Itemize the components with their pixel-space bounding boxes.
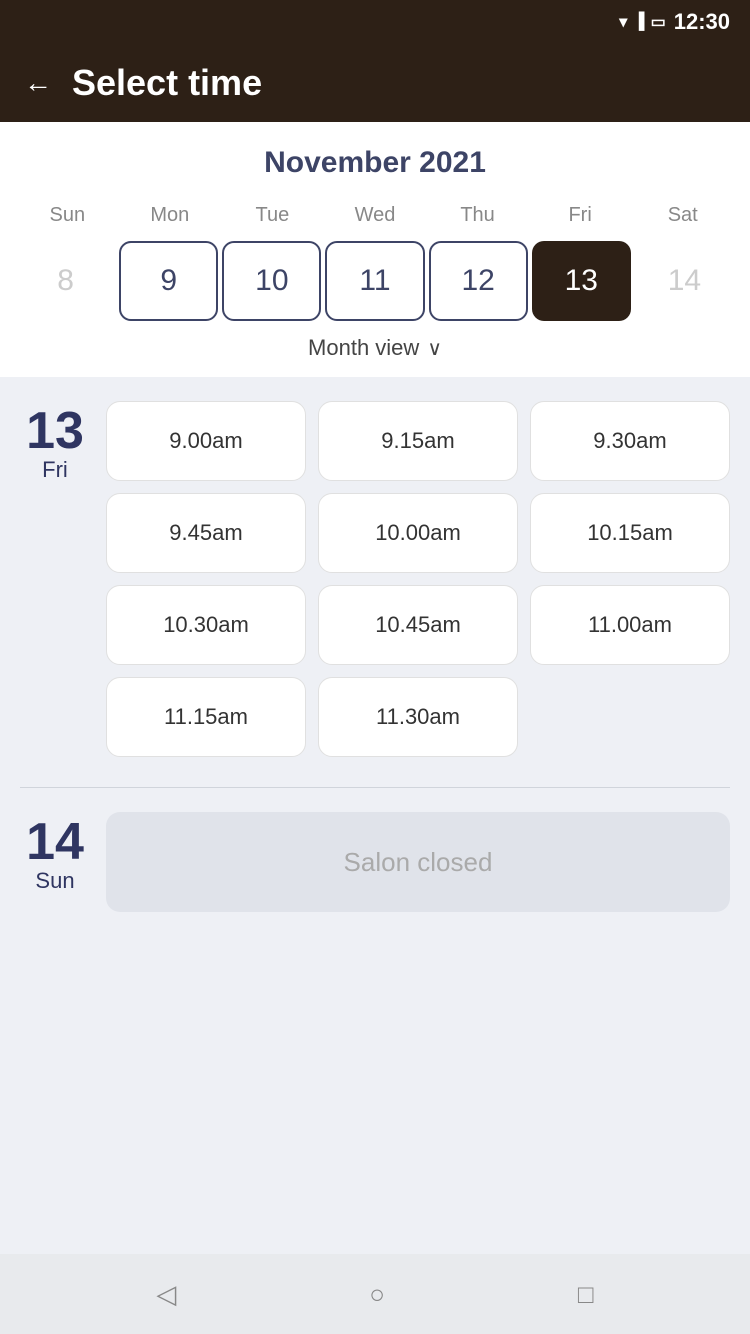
nav-recent-button[interactable]: □ — [578, 1279, 594, 1310]
slot-9-15am[interactable]: 9.15am — [318, 401, 518, 481]
day-label-14: 14 Sun — [20, 812, 90, 894]
chevron-down-icon: ∨ — [427, 336, 442, 361]
calendar-section: November 2021 Sun Mon Tue Wed Thu Fri Sa… — [0, 122, 750, 377]
weekday-mon: Mon — [119, 200, 222, 231]
weekday-wed: Wed — [324, 200, 427, 231]
day-divider — [20, 787, 730, 788]
slot-10-45am[interactable]: 10.45am — [318, 585, 518, 665]
nav-home-button[interactable]: ○ — [369, 1279, 385, 1310]
day-name-13: Fri — [42, 457, 68, 483]
time-slots-section: 13 Fri 9.00am 9.15am 9.30am 9.45am 10.00… — [0, 377, 750, 1254]
weekday-labels: Sun Mon Tue Wed Thu Fri Sat — [16, 200, 734, 231]
day-13[interactable]: 13 — [532, 241, 631, 321]
slot-11-15am[interactable]: 11.15am — [106, 677, 306, 757]
slot-10-15am[interactable]: 10.15am — [530, 493, 730, 573]
bottom-nav: ◁ ○ □ — [0, 1254, 750, 1334]
nav-back-button[interactable]: ◁ — [156, 1279, 176, 1310]
slot-10-30am[interactable]: 10.30am — [106, 585, 306, 665]
status-time: 12:30 — [674, 9, 730, 35]
day-number-13: 13 — [26, 405, 84, 457]
weekday-sun: Sun — [16, 200, 119, 231]
slot-11-30am[interactable]: 11.30am — [318, 677, 518, 757]
day-8[interactable]: 8 — [16, 241, 115, 321]
day-10[interactable]: 10 — [222, 241, 321, 321]
day-number-14: 14 — [26, 816, 84, 868]
salon-closed-box: Salon closed — [106, 812, 730, 912]
month-view-label: Month view — [308, 335, 419, 361]
slot-9-00am[interactable]: 9.00am — [106, 401, 306, 481]
month-year-label: November 2021 — [16, 146, 734, 180]
days-row: 8 9 10 11 12 13 14 — [16, 241, 734, 321]
battery-icon: ▭ — [651, 12, 666, 32]
day-name-14: Sun — [35, 868, 74, 894]
weekday-sat: Sat — [631, 200, 734, 231]
slot-10-00am[interactable]: 10.00am — [318, 493, 518, 573]
back-button[interactable]: ← — [24, 69, 52, 97]
day-14[interactable]: 14 — [635, 241, 734, 321]
signal-icon: ▐ — [633, 13, 644, 31]
salon-closed-label: Salon closed — [344, 847, 493, 878]
page-title: Select time — [72, 62, 262, 104]
day-label-13: 13 Fri — [20, 401, 90, 757]
day-9[interactable]: 9 — [119, 241, 218, 321]
month-view-toggle[interactable]: Month view ∨ — [16, 335, 734, 361]
app-header: ← Select time — [0, 44, 750, 122]
weekday-thu: Thu — [426, 200, 529, 231]
day-block-14: 14 Sun Salon closed — [20, 812, 730, 912]
slots-grid-13: 9.00am 9.15am 9.30am 9.45am 10.00am 10.1… — [106, 401, 730, 757]
wifi-icon: ▾ — [619, 12, 627, 32]
day-block-13: 13 Fri 9.00am 9.15am 9.30am 9.45am 10.00… — [20, 401, 730, 757]
slot-11-00am[interactable]: 11.00am — [530, 585, 730, 665]
status-icons: ▾ ▐ ▭ — [619, 12, 666, 32]
slot-9-30am[interactable]: 9.30am — [530, 401, 730, 481]
weekday-tue: Tue — [221, 200, 324, 231]
day-12[interactable]: 12 — [429, 241, 528, 321]
day-11[interactable]: 11 — [325, 241, 424, 321]
status-bar: ▾ ▐ ▭ 12:30 — [0, 0, 750, 44]
slot-9-45am[interactable]: 9.45am — [106, 493, 306, 573]
weekday-fri: Fri — [529, 200, 632, 231]
